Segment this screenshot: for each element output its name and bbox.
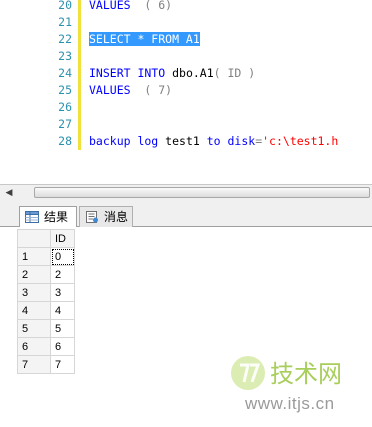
sql-editor[interactable]: 20 VALUES ( 6) 21 22 SELECT * FROM A1 23 24 INS… — [0, 0, 372, 184]
id-cell[interactable]: 2 — [50, 265, 75, 284]
svg-text:技术网: 技术网 — [270, 360, 342, 388]
row-header[interactable]: 7 — [17, 355, 51, 374]
code-line[interactable]: 21 — [0, 14, 372, 31]
id-cell[interactable]: 4 — [50, 301, 75, 320]
code-line[interactable]: 24 INSERT INTO dbo.A1( ID ) — [0, 65, 372, 82]
row-header[interactable]: 6 — [17, 337, 51, 356]
code-token: ( 7) — [130, 83, 173, 97]
row-header[interactable]: 5 — [17, 319, 51, 338]
line-number: 25 — [58, 83, 72, 97]
row-header[interactable]: 4 — [17, 301, 51, 320]
code-token: test1 — [158, 134, 207, 148]
code-token: VALUES — [89, 83, 131, 97]
code-text: VALUES ( 6) — [89, 0, 172, 14]
row-header[interactable]: 1 — [17, 247, 51, 266]
tab-results-label: 结果 — [44, 210, 69, 224]
line-number: 22 — [58, 32, 72, 46]
horizontal-scrollbar[interactable]: ◀ — [0, 184, 372, 201]
code-text: INSERT INTO dbo.A1( ID ) — [89, 65, 255, 82]
row-header[interactable]: 3 — [17, 283, 51, 302]
scroll-left-arrow-icon[interactable]: ◀ — [3, 187, 15, 199]
line-number: 28 — [58, 134, 72, 148]
messages-icon — [86, 211, 98, 223]
tab-messages-label: 消息 — [104, 210, 129, 224]
watermark-logo: 技术网 — [231, 356, 342, 390]
table-row[interactable]: 33 — [17, 283, 75, 302]
row-header[interactable]: 2 — [17, 265, 51, 284]
code-text: SELECT * FROM A1 — [89, 31, 200, 48]
code-line[interactable]: 25 VALUES ( 7) — [0, 82, 372, 99]
line-number: 26 — [58, 100, 72, 114]
code-token: VALUES — [89, 0, 131, 12]
code-token: backup log — [89, 134, 159, 148]
results-tab-bar: 结果 消息 — [0, 201, 372, 228]
line-number: 23 — [58, 49, 72, 63]
code-text: VALUES ( 7) — [89, 82, 172, 99]
code-line[interactable]: 22 SELECT * FROM A1 — [0, 31, 372, 48]
column-header-id[interactable]: ID — [50, 229, 75, 248]
grid-corner[interactable] — [17, 229, 51, 248]
id-cell[interactable]: 6 — [50, 337, 75, 356]
code-token: INSERT INTO — [89, 66, 166, 80]
code-line[interactable]: 28 backup log test1 to disk='c:\test1.h — [0, 133, 372, 150]
scrollbar-thumb[interactable] — [34, 187, 370, 198]
id-cell[interactable]: 0 — [50, 247, 75, 266]
line-number: 27 — [58, 117, 72, 131]
table-row[interactable]: 10 — [17, 247, 75, 266]
code-token: dbo.A1 — [165, 66, 214, 80]
results-grid: ID 10223344556677 — [17, 229, 75, 374]
id-cell[interactable]: 7 — [50, 355, 75, 374]
code-token: 'c:\test1.h — [262, 134, 339, 148]
tab-messages[interactable]: 消息 — [79, 206, 133, 227]
code-token: ( ID ) — [213, 66, 256, 80]
code-line[interactable]: 27 — [0, 116, 372, 133]
line-number: 24 — [58, 66, 72, 80]
watermark-url: www.itjs.cn — [245, 394, 335, 413]
code-line[interactable]: 20 VALUES ( 6) — [0, 0, 372, 14]
id-cell[interactable]: 3 — [50, 283, 75, 302]
line-number: 21 — [58, 15, 72, 29]
tab-results[interactable]: 结果 — [19, 206, 77, 228]
table-row[interactable]: 22 — [17, 265, 75, 284]
code-line[interactable]: 26 — [0, 99, 372, 116]
line-number: 20 — [58, 0, 72, 12]
code-token: to disk — [206, 134, 256, 148]
selected-code-token: SELECT * FROM A1 — [89, 32, 200, 46]
table-row[interactable]: 66 — [17, 337, 75, 356]
id-cell[interactable]: 5 — [50, 319, 75, 338]
table-row[interactable]: 77 — [17, 355, 75, 374]
code-text: backup log test1 to disk='c:\test1.h — [89, 133, 338, 150]
grid-icon — [25, 211, 39, 223]
code-token: ( 6) — [130, 0, 173, 12]
table-row[interactable]: 55 — [17, 319, 75, 338]
code-line[interactable]: 23 — [0, 48, 372, 65]
table-row[interactable]: 44 — [17, 301, 75, 320]
